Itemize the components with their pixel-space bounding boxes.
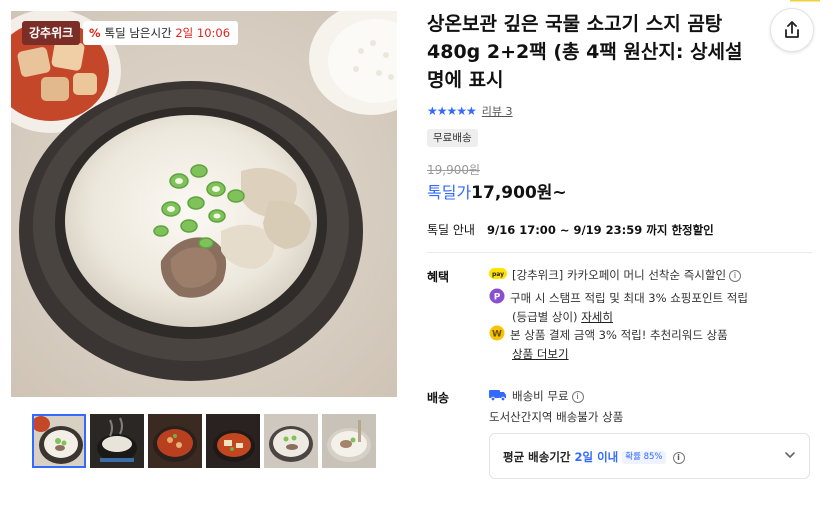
thumbnail-1[interactable] [32, 414, 86, 468]
sale-price: 17,900원~ [471, 183, 567, 203]
deal-timer-badge: % 톡딜 남은시간 2일 10:06 [83, 21, 239, 45]
benefit-item-reward: W 본 상품 결제 금액 3% 적립! 추천리워드 상품 상품 더보기 [489, 325, 789, 363]
delivery-period-label: 평균 배송기간 [503, 450, 571, 464]
free-shipping-badge: 무료배송 [427, 129, 478, 147]
review-link[interactable]: 리뷰 3 [482, 103, 513, 119]
delivery-period-value: 2일 이내 [574, 450, 619, 464]
delivery-period-text: 평균 배송기간 2일 이내 확률 85% i [503, 449, 685, 465]
share-button[interactable] [770, 8, 814, 52]
deal-info-value: 9/16 17:00 ~ 9/19 23:59 까지 한정할인 [487, 223, 714, 237]
product-title: 상온보관 깊은 국물 소고기 스지 곰탕 480g 2+2팩 (총 4팩 원산지… [427, 13, 743, 91]
svg-text:W: W [492, 330, 502, 340]
reward-icon: W [489, 325, 505, 346]
deal-percent-icon: % [89, 26, 101, 40]
delivery-info-icon[interactable]: i [672, 451, 685, 464]
benefit-text-2: 구매 시 스탬프 적립 및 최대 3% 쇼핑포인트 적립 [510, 291, 748, 305]
shipping-restriction: 도서산간지역 배송불가 상품 [489, 410, 624, 424]
more-products-link[interactable]: 상품 더보기 [512, 347, 569, 361]
share-icon [785, 21, 799, 38]
top-corner-decoration [790, 0, 820, 2]
svg-text:P: P [494, 293, 501, 303]
thumbnail-3[interactable] [148, 414, 202, 468]
deal-timer-label: 톡딜 남은시간 [104, 26, 172, 40]
benefit-item-kakaopay: pay [강추위크] 카카오페이 머니 선착순 즉시할인 i [489, 267, 789, 284]
rating-stars: ★★★★★ [427, 104, 477, 118]
benefit-item-point: P 구매 시 스탬프 적립 및 최대 3% 쇼핑포인트 적립 (등급별 상이) 자… [489, 288, 789, 326]
point-icon: P [489, 288, 505, 309]
truck-icon [489, 389, 507, 404]
shipping-info-icon[interactable]: i [571, 390, 584, 403]
chevron-down-icon [785, 452, 795, 458]
shipping-fee-row: 배송비 무료 i [489, 388, 584, 404]
thumbnail-strip [32, 414, 378, 468]
sale-price-row: 톡딜가 17,900원~ [427, 178, 567, 204]
thumbnail-5[interactable] [264, 414, 318, 468]
sale-label: 톡딜가 [427, 183, 472, 202]
thumbnail-6[interactable] [322, 414, 376, 468]
original-price: 19,900원 [427, 163, 481, 177]
main-product-image [11, 11, 397, 397]
deal-info-row: 톡딜 안내 9/16 17:00 ~ 9/19 23:59 까지 한정할인 [427, 221, 714, 238]
kakaopay-icon: pay [489, 267, 507, 284]
delivery-probability-badge: 확률 85% [622, 451, 666, 464]
delivery-period-box[interactable]: 평균 배송기간 2일 이내 확률 85% i [489, 433, 810, 479]
brand-badge: 강추위크 [22, 21, 81, 45]
shipping-fee: 배송비 무료 [512, 389, 569, 403]
details-link[interactable]: 자세히 [581, 310, 613, 324]
shipping-label: 배송 [427, 391, 450, 405]
benefit-sub-2: (등급별 상이) [512, 310, 578, 324]
thumbnail-2[interactable] [90, 414, 144, 468]
benefit-text-1: [강추위크] 카카오페이 머니 선착순 즉시할인 [512, 268, 727, 282]
rating-row: ★★★★★ 리뷰 3 [427, 103, 513, 119]
info-icon[interactable]: i [729, 269, 742, 282]
thumbnail-4[interactable] [206, 414, 260, 468]
svg-text:pay: pay [492, 271, 504, 278]
divider [427, 252, 812, 253]
benefits-label: 혜택 [427, 270, 450, 284]
deal-timer-value: 2일 10:06 [175, 26, 231, 40]
deal-info-label: 톡딜 안내 [427, 223, 475, 237]
benefit-text-3: 본 상품 결제 금액 3% 적립! 추천리워드 상품 [510, 328, 728, 342]
